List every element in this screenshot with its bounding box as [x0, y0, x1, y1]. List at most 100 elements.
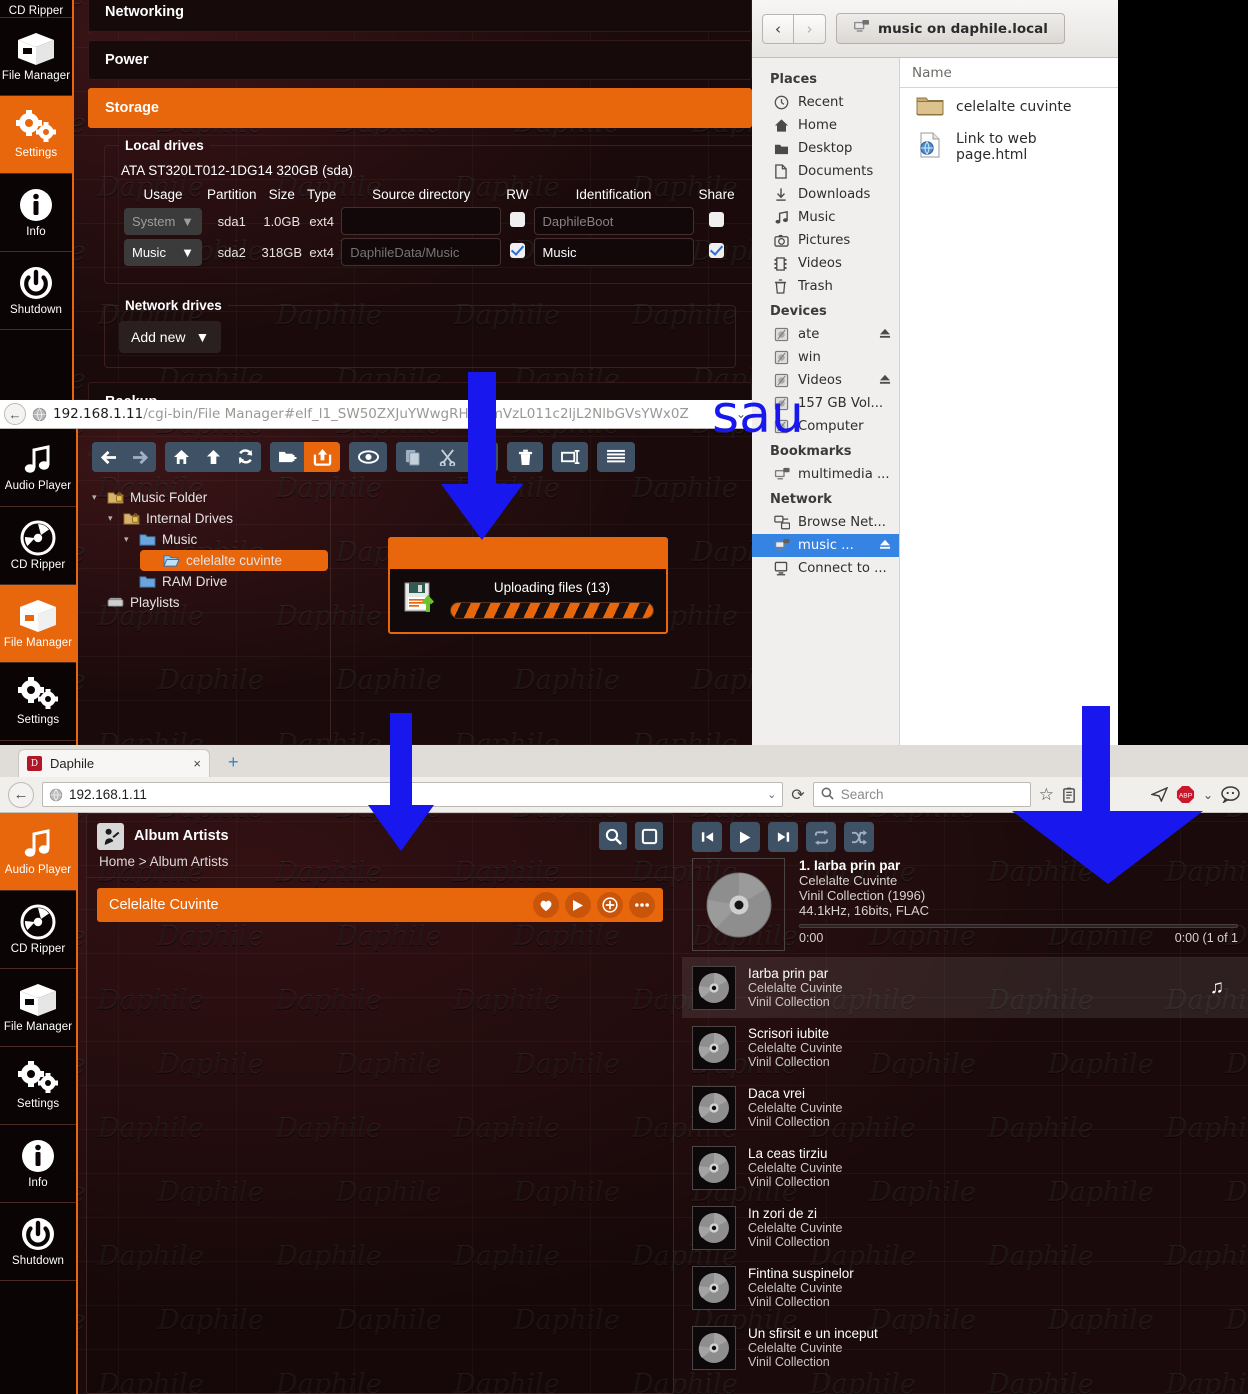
copy-button[interactable] — [396, 442, 430, 472]
sidebar-item-shutdown[interactable]: Shutdown — [0, 252, 72, 330]
usage-select-sda2[interactable]: Music ▼ — [124, 238, 202, 266]
preview-button[interactable] — [349, 442, 387, 472]
cut-button[interactable] — [430, 442, 464, 472]
files-list-header[interactable]: Name — [900, 58, 1118, 88]
close-icon[interactable]: × — [193, 756, 201, 771]
search-icon[interactable] — [599, 822, 627, 850]
sidebar-item-cd-ripper[interactable]: CD Ripper — [0, 0, 72, 18]
square-icon[interactable] — [635, 822, 663, 850]
sidebar-item-info[interactable]: Info — [0, 1125, 76, 1203]
forward-button[interactable] — [124, 442, 156, 472]
sidebar-item-file-manager[interactable]: File Manager — [0, 18, 72, 96]
tree-node-music[interactable]: ▾ Music — [124, 529, 328, 550]
list-item[interactable]: Link to web page.html — [900, 126, 1118, 168]
sidebar-item-info[interactable]: Info — [0, 174, 72, 252]
sidebar-item-recent[interactable]: Recent — [752, 91, 899, 114]
identification-input-sda1[interactable]: DaphileBoot — [533, 207, 694, 235]
more-icon[interactable] — [629, 892, 655, 918]
adblock-icon[interactable]: ABP — [1176, 785, 1195, 804]
sidebar-item-settings[interactable]: Settings — [0, 1047, 76, 1125]
back-button[interactable]: ‹ — [762, 13, 794, 44]
eject-icon[interactable] — [879, 328, 891, 342]
list-item[interactable]: celelalte cuvinte — [900, 88, 1118, 126]
forward-button[interactable]: › — [794, 13, 826, 44]
playlist-item[interactable]: Scrisori iubite Celelalte Cuvinte Vinil Co… — [682, 1018, 1248, 1078]
share-checkbox-sda2[interactable] — [709, 243, 725, 258]
sidebar-item-music[interactable]: Music — [752, 206, 899, 229]
chat-icon[interactable] — [1221, 786, 1240, 803]
tree-node-internal-drives[interactable]: ▾ Internal Drives — [108, 508, 328, 529]
playlist-item[interactable]: Fintina suspinelor Celelalte Cuvinte Vinil… — [682, 1258, 1248, 1318]
list-view-button[interactable] — [597, 442, 635, 472]
tree-node-playlists[interactable]: Playlists — [92, 592, 328, 613]
shuffle-icon[interactable] — [844, 822, 874, 852]
sidebar-item-desktop[interactable]: Desktop — [752, 137, 899, 160]
sidebar-item-file-manager[interactable]: File Manager — [0, 969, 76, 1047]
sidebar-item-settings[interactable]: Settings — [0, 96, 72, 174]
accordion-power[interactable]: Power — [88, 40, 752, 80]
sidebar-item-audio-player[interactable]: Audio Player — [0, 813, 76, 891]
new-folder-button[interactable] — [270, 442, 304, 472]
previous-icon[interactable] — [692, 822, 722, 852]
back-button[interactable]: ← — [4, 403, 26, 425]
repeat-icon[interactable] — [806, 822, 836, 852]
tree-node-music-folder[interactable]: ▾ Music Folder — [92, 487, 328, 508]
up-button[interactable] — [197, 442, 229, 472]
sidebar-item-documents[interactable]: Documents — [752, 160, 899, 183]
share-checkbox-sda1[interactable] — [709, 212, 725, 227]
dropdown-icon[interactable]: ⌄ — [767, 788, 776, 801]
artist-row-celelalte-cuvinte[interactable]: Celelalte Cuvinte — [97, 888, 663, 922]
path-button-music-on-daphile[interactable]: music on daphile.local — [836, 13, 1065, 44]
next-icon[interactable] — [768, 822, 798, 852]
sidebar-item-cd-ripper[interactable]: CD Ripper — [0, 507, 76, 585]
accordion-backup[interactable]: Backup — [88, 382, 752, 400]
usage-select-sda1[interactable]: System ▼ — [124, 207, 202, 235]
favorite-icon[interactable] — [533, 892, 559, 918]
home-button[interactable] — [165, 442, 197, 472]
sidebar-item-settings[interactable]: Settings — [0, 663, 76, 741]
chevron-down-icon[interactable]: ▾ — [124, 534, 133, 545]
playlist-item[interactable]: Daca vrei Celelalte Cuvinte Vinil Collecti… — [682, 1078, 1248, 1138]
chevron-down-icon[interactable]: ▾ — [108, 513, 117, 524]
sidebar-item-audio-player[interactable]: Audio Player — [0, 429, 76, 507]
playlist-item[interactable]: In zori de zi Celelalte Cuvinte Vinil Coll… — [682, 1198, 1248, 1258]
source-directory-input-sda1[interactable] — [341, 207, 502, 235]
paste-button[interactable] — [464, 442, 498, 472]
sidebar-item-pictures[interactable]: Pictures — [752, 229, 899, 252]
add-icon[interactable] — [597, 892, 623, 918]
tree-node-celelalte-cuvinte[interactable]: celelalte cuvinte — [140, 550, 328, 571]
playlist-item[interactable]: La ceas tirziu Celelalte Cuvinte Vinil Col… — [682, 1138, 1248, 1198]
sidebar-item-downloads[interactable]: Downloads — [752, 183, 899, 206]
adblock-chevron-icon[interactable]: ⌄ — [1203, 788, 1213, 802]
delete-button[interactable] — [507, 442, 543, 472]
sidebar-item-browse-net[interactable]: Browse Net... — [752, 511, 899, 534]
sidebar-item-music[interactable]: music ... — [752, 534, 899, 557]
tab-daphile[interactable]: D Daphile × — [18, 749, 210, 777]
eject-icon[interactable] — [879, 374, 891, 388]
source-directory-input-sda2[interactable] — [341, 238, 502, 266]
add-new-network-drive-button[interactable]: Add new ▼ — [119, 321, 222, 353]
sidebar-item-connect-to[interactable]: Connect to ... — [752, 557, 899, 580]
chevron-down-icon[interactable]: ▾ — [92, 492, 101, 503]
sidebar-item-cd-ripper[interactable]: CD Ripper — [0, 891, 76, 969]
rw-checkbox-sda2[interactable] — [509, 243, 525, 258]
reader-icon[interactable] — [1062, 787, 1076, 803]
play-icon[interactable] — [730, 822, 760, 852]
sidebar-item-videos[interactable]: Videos — [752, 252, 899, 275]
eject-icon[interactable] — [879, 539, 891, 553]
tree-node-ram-drive[interactable]: RAM Drive — [124, 571, 328, 592]
accordion-networking[interactable]: Networking — [88, 0, 752, 32]
sidebar-item-ate[interactable]: ate — [752, 323, 899, 346]
play-icon[interactable] — [565, 892, 591, 918]
downloads-icon[interactable] — [1084, 786, 1099, 803]
upload-button[interactable] — [304, 442, 340, 472]
url-text[interactable]: 192.168.1.11/cgi-bin/File Manager#elf_l1… — [53, 406, 730, 422]
playlist-item[interactable]: Un sfirsit e un inceput Celelalte Cuvinte… — [682, 1318, 1248, 1378]
rename-button[interactable] — [552, 442, 588, 472]
bookmark-star-icon[interactable]: ☆ — [1039, 785, 1054, 805]
sidebar-item-trash[interactable]: Trash — [752, 275, 899, 298]
sidebar-item-shutdown[interactable]: Shutdown — [0, 1203, 76, 1281]
playlist-item[interactable]: Iarba prin par Celelalte Cuvinte Vinil Col… — [682, 958, 1248, 1018]
sidebar-item-multimedia[interactable]: multimedia ... — [752, 463, 899, 486]
send-tab-icon[interactable] — [1150, 787, 1168, 802]
